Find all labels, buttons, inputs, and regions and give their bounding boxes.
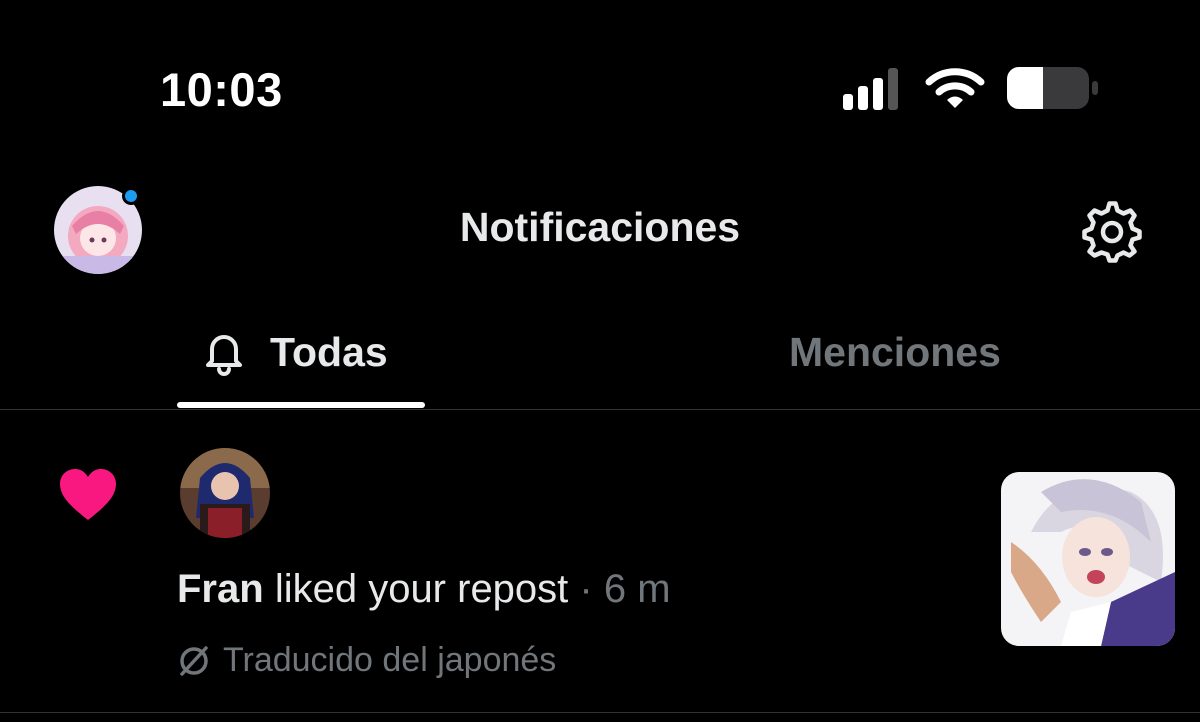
gear-icon — [1082, 201, 1142, 263]
actor-name[interactable]: Fran — [177, 567, 264, 611]
status-time: 10:03 — [160, 63, 283, 116]
tab-indicator — [177, 402, 425, 408]
translate-icon — [180, 645, 208, 676]
translation-label: Traducido del japonés — [223, 641, 557, 679]
notifications-screen: 10:03 Notificaciones Todas Menciones Fra… — [0, 0, 1200, 722]
tabs-divider — [0, 409, 1200, 410]
page-title: Notificaciones — [459, 204, 741, 250]
separator: · — [579, 567, 593, 611]
tab-mentions[interactable]: Menciones — [789, 322, 1001, 382]
tab-all-label: Todas — [270, 328, 388, 375]
notification-action: liked your repost — [274, 567, 569, 611]
presence-dot — [122, 187, 140, 205]
media-thumbnail[interactable] — [1001, 472, 1175, 646]
heart-icon — [60, 469, 116, 520]
actor-avatar[interactable] — [180, 448, 270, 538]
wifi-icon — [925, 68, 985, 108]
battery-icon — [1007, 67, 1098, 109]
tab-mentions-label: Menciones — [789, 328, 1001, 375]
translation-note[interactable]: Traducido del japonés — [177, 641, 556, 680]
notification-text: Fran liked your repost · 6 m — [177, 567, 671, 612]
signal-icon — [843, 68, 898, 110]
list-divider — [0, 712, 1200, 713]
tab-all[interactable]: Todas — [200, 322, 388, 382]
timestamp: 6 m — [603, 567, 671, 611]
bell-icon — [206, 335, 242, 376]
settings-button[interactable] — [1081, 201, 1143, 263]
